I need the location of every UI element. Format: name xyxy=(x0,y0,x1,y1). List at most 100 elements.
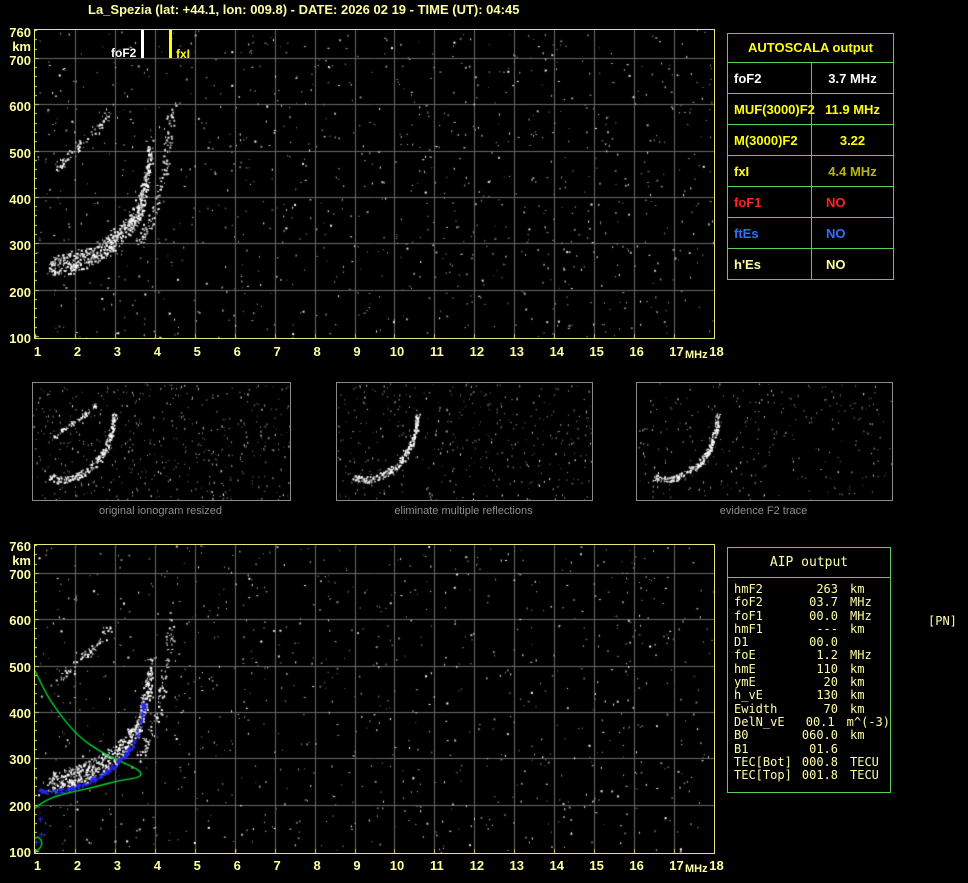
autoscala-row: MUF(3000)F2 11.9 MHz xyxy=(728,94,893,125)
autoscala-row: fxI 4.4 MHz xyxy=(728,156,893,187)
thumbnail-panel xyxy=(636,382,893,501)
x-axis-tick-label: 16 xyxy=(629,344,644,359)
fxi-marker-line xyxy=(169,30,172,58)
aip-row-value: 03.7 xyxy=(809,595,838,610)
aip-row-value: 70 xyxy=(823,701,838,716)
x-axis-tick-label: 5 xyxy=(193,344,201,359)
x-axis-tick-label: 2 xyxy=(73,344,82,359)
y-axis-tick-label: 300 xyxy=(9,752,31,767)
aip-row-unit: km xyxy=(850,582,865,596)
aip-row-value: 060.0 xyxy=(801,728,838,743)
autoscala-row-value: 3.7 MHz xyxy=(828,70,877,86)
aip-row-value: --- xyxy=(816,621,838,636)
autoscala-window: La_Spezia (lat: +44.1, lon: 009.8) - DAT… xyxy=(0,0,968,883)
x-axis-tick-label: 1 xyxy=(33,344,42,359)
aip-row: B1 01.6 xyxy=(734,741,890,756)
thumbnail-caption: eliminate multiple reflections xyxy=(394,505,533,517)
autoscala-row-value: NO xyxy=(826,256,846,272)
autoscala-row: h'Es NO xyxy=(728,249,893,279)
aip-row-label: TEC[Top] xyxy=(734,768,792,783)
aip-row: D1 00.0 xyxy=(734,636,890,649)
aip-row-value: 00.0 xyxy=(809,635,838,650)
x-axis-unit-label: MHz xyxy=(685,349,708,361)
aip-row-label: hmF2 xyxy=(734,582,763,596)
aip-row-label: hmE xyxy=(734,661,756,676)
x-axis-tick-label: 4 xyxy=(153,344,161,359)
aip-row-label: ymE xyxy=(734,675,756,690)
fof2-marker-line xyxy=(141,30,144,58)
thumbnail-caption: original ionogram resized xyxy=(99,505,222,517)
x-axis-tick-label: 1 xyxy=(33,858,42,873)
y-axis-tick-label: 600 xyxy=(9,99,31,114)
y-axis-tick-label: 200 xyxy=(9,285,31,300)
autoscala-row-label: M(3000)F2 xyxy=(728,125,812,155)
x-axis-tick-label: 13 xyxy=(509,344,524,359)
y-axis-tick-label: 500 xyxy=(9,146,31,161)
autoscala-row-value: NO xyxy=(826,225,846,241)
aip-row-value: 110 xyxy=(816,661,838,676)
aip-row-label: foF1 xyxy=(734,608,763,623)
aip-row-unit: MHz xyxy=(850,648,872,663)
aip-row: ymE 20 km xyxy=(734,675,890,690)
autoscala-table-rows: foF2 3.7 MHz MUF(3000)F2 11.9 MHz M(3000)F2 3… xyxy=(728,63,893,279)
thumbnail-canvas xyxy=(337,383,592,500)
aip-row-label: h_vE xyxy=(734,688,763,703)
aip-row-label: B1 xyxy=(734,741,749,756)
aip-table-rows: hmF2 263 km foF2 03.7 MHz foF1 00.0 MHz hmF1 --- km… xyxy=(728,578,890,782)
aip-row-unit: m^(-3) xyxy=(846,714,890,729)
top-ionogram-panel xyxy=(34,29,715,339)
aip-row: TEC[Top] 001.8 TECU xyxy=(734,769,890,782)
autoscala-row: ftEs NO xyxy=(728,218,893,249)
aip-row-label: Ewidth xyxy=(734,701,778,716)
autoscala-row-label: fxI xyxy=(728,156,812,186)
bottom-ionogram-canvas xyxy=(35,545,714,853)
autoscala-table-header: AUTOSCALA output xyxy=(728,34,893,63)
aip-row-unit: MHz xyxy=(850,595,872,610)
bottom-ionogram-panel xyxy=(34,544,715,854)
aip-row-value: 20 xyxy=(823,675,838,690)
aip-table-header: AIP output xyxy=(728,548,890,578)
x-axis-tick-label: 9 xyxy=(353,858,361,873)
fxi-marker-label: fxI xyxy=(176,47,191,61)
x-axis-tick-label: 12 xyxy=(469,858,485,873)
x-axis-tick-label: 5 xyxy=(193,858,201,873)
autoscala-row-label: foF2 xyxy=(728,63,812,93)
x-axis-tick-label: 13 xyxy=(509,858,524,873)
x-axis-tick-label: 15 xyxy=(589,344,604,359)
aip-row-value: 00.1 xyxy=(805,714,835,729)
aip-row-value: 001.8 xyxy=(801,768,838,783)
y-axis-tick-label: 700 xyxy=(9,53,31,68)
x-axis-tick-label: 7 xyxy=(273,344,281,359)
autoscala-row-value: NO xyxy=(826,194,846,210)
aip-row: foE 1.2 MHz xyxy=(734,649,890,662)
autoscala-row: M(3000)F2 3.22 xyxy=(728,125,893,156)
x-axis-tick-label: 8 xyxy=(313,344,321,359)
y-axis-tick-label: 200 xyxy=(9,799,31,814)
aip-row-label: B0 xyxy=(734,728,749,743)
x-axis-tick-label: 4 xyxy=(153,858,161,873)
aip-row: hmF1 --- km xyxy=(734,621,890,636)
aip-row-value: 263 xyxy=(816,582,838,596)
y-axis-tick-label: 400 xyxy=(9,192,31,207)
y-axis-tick-label: km xyxy=(12,553,31,568)
aip-row-value: 00.0 xyxy=(809,608,838,623)
aip-row-label: foF2 xyxy=(734,595,763,610)
x-axis-tick-label: 14 xyxy=(549,858,564,873)
y-axis-tick-label: 700 xyxy=(9,567,31,582)
x-axis-tick-label: 11 xyxy=(430,344,444,359)
x-axis-tick-label: 8 xyxy=(313,858,321,873)
x-axis-tick-label: 6 xyxy=(233,858,241,873)
aip-row-label: hmF1 xyxy=(734,621,763,636)
autoscala-row-label: MUF(3000)F2 xyxy=(728,94,815,124)
aip-row-unit: TECU xyxy=(850,754,879,769)
y-axis-tick-label: 300 xyxy=(9,238,31,253)
autoscala-row: foF1 NO xyxy=(728,187,893,218)
y-axis-tick-label: 760 xyxy=(9,25,31,40)
aip-row-unit: MHz xyxy=(850,608,872,623)
x-axis-tick-label: 10 xyxy=(389,858,405,873)
x-axis-tick-label: 18 xyxy=(709,344,724,359)
x-axis-tick-label: 15 xyxy=(589,858,604,873)
aip-row: Ewidth 70 km xyxy=(734,701,890,716)
aip-row: TEC[Bot] 000.8 TECU xyxy=(734,754,890,769)
aip-output-table: AIP output hmF2 263 km foF2 03.7 MHz foF1 00.0 M… xyxy=(727,547,891,793)
